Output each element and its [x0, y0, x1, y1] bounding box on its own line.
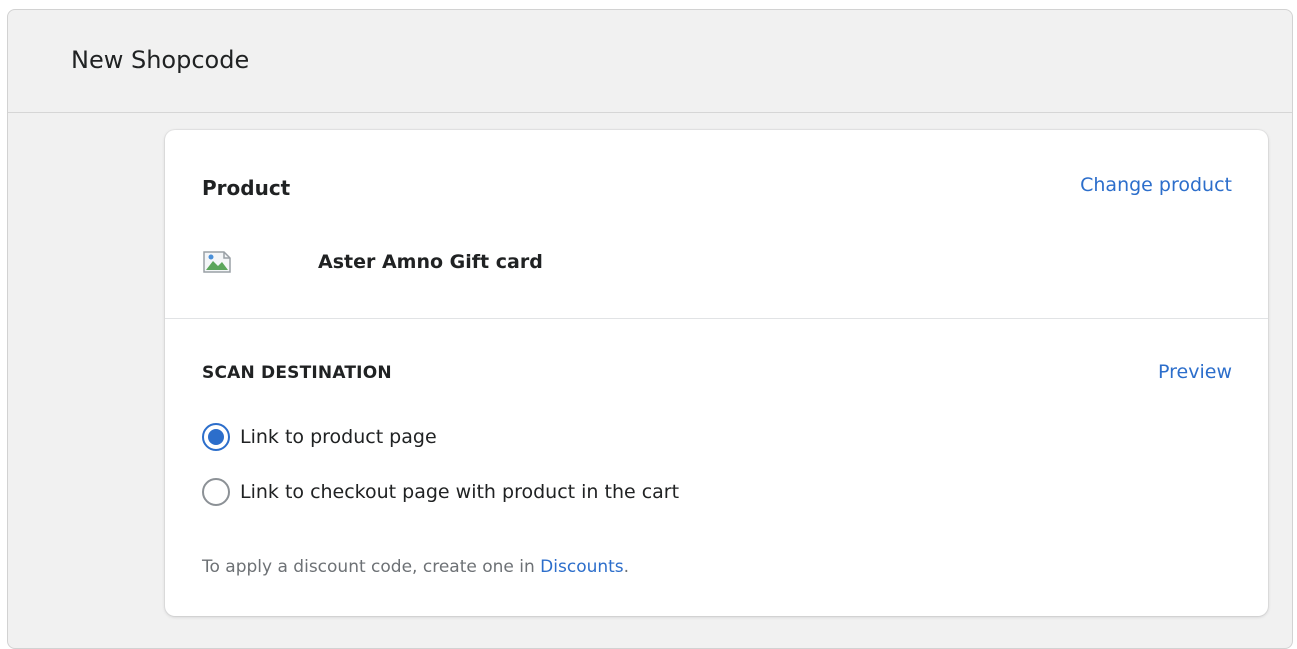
- product-section: Product Change product Aster Amno Gift c…: [165, 130, 1268, 319]
- radio-unchecked-icon[interactable]: [202, 478, 230, 506]
- product-row: Aster Amno Gift card: [202, 250, 543, 274]
- radio-option-product-page[interactable]: Link to product page: [202, 423, 437, 451]
- preview-link[interactable]: Preview: [1158, 361, 1232, 383]
- radio-label: Link to checkout page with product in th…: [240, 481, 680, 503]
- radio-checked-icon[interactable]: [202, 423, 230, 451]
- radio-option-checkout-page[interactable]: Link to checkout page with product in th…: [202, 478, 679, 506]
- shopcode-card: Product Change product Aster Amno Gift c…: [165, 130, 1268, 616]
- change-product-link[interactable]: Change product: [1080, 174, 1232, 196]
- help-text-suffix: .: [623, 557, 630, 577]
- product-name: Aster Amno Gift card: [318, 251, 543, 273]
- help-text-prefix: To apply a discount code, create one in: [202, 557, 541, 577]
- discounts-link[interactable]: Discounts: [540, 557, 624, 577]
- radio-label: Link to product page: [240, 426, 437, 448]
- discount-help-text: To apply a discount code, create one in …: [202, 557, 629, 577]
- broken-image-icon: [202, 250, 232, 274]
- product-heading: Product: [202, 176, 291, 200]
- shopcode-window: New Shopcode Product Change product Aste…: [7, 9, 1293, 649]
- scan-destination-section: SCAN DESTINATION Preview Link to product…: [165, 319, 1268, 616]
- window-header: New Shopcode: [8, 10, 1292, 113]
- scan-destination-heading: SCAN DESTINATION: [202, 363, 392, 383]
- page-title: New Shopcode: [71, 46, 250, 74]
